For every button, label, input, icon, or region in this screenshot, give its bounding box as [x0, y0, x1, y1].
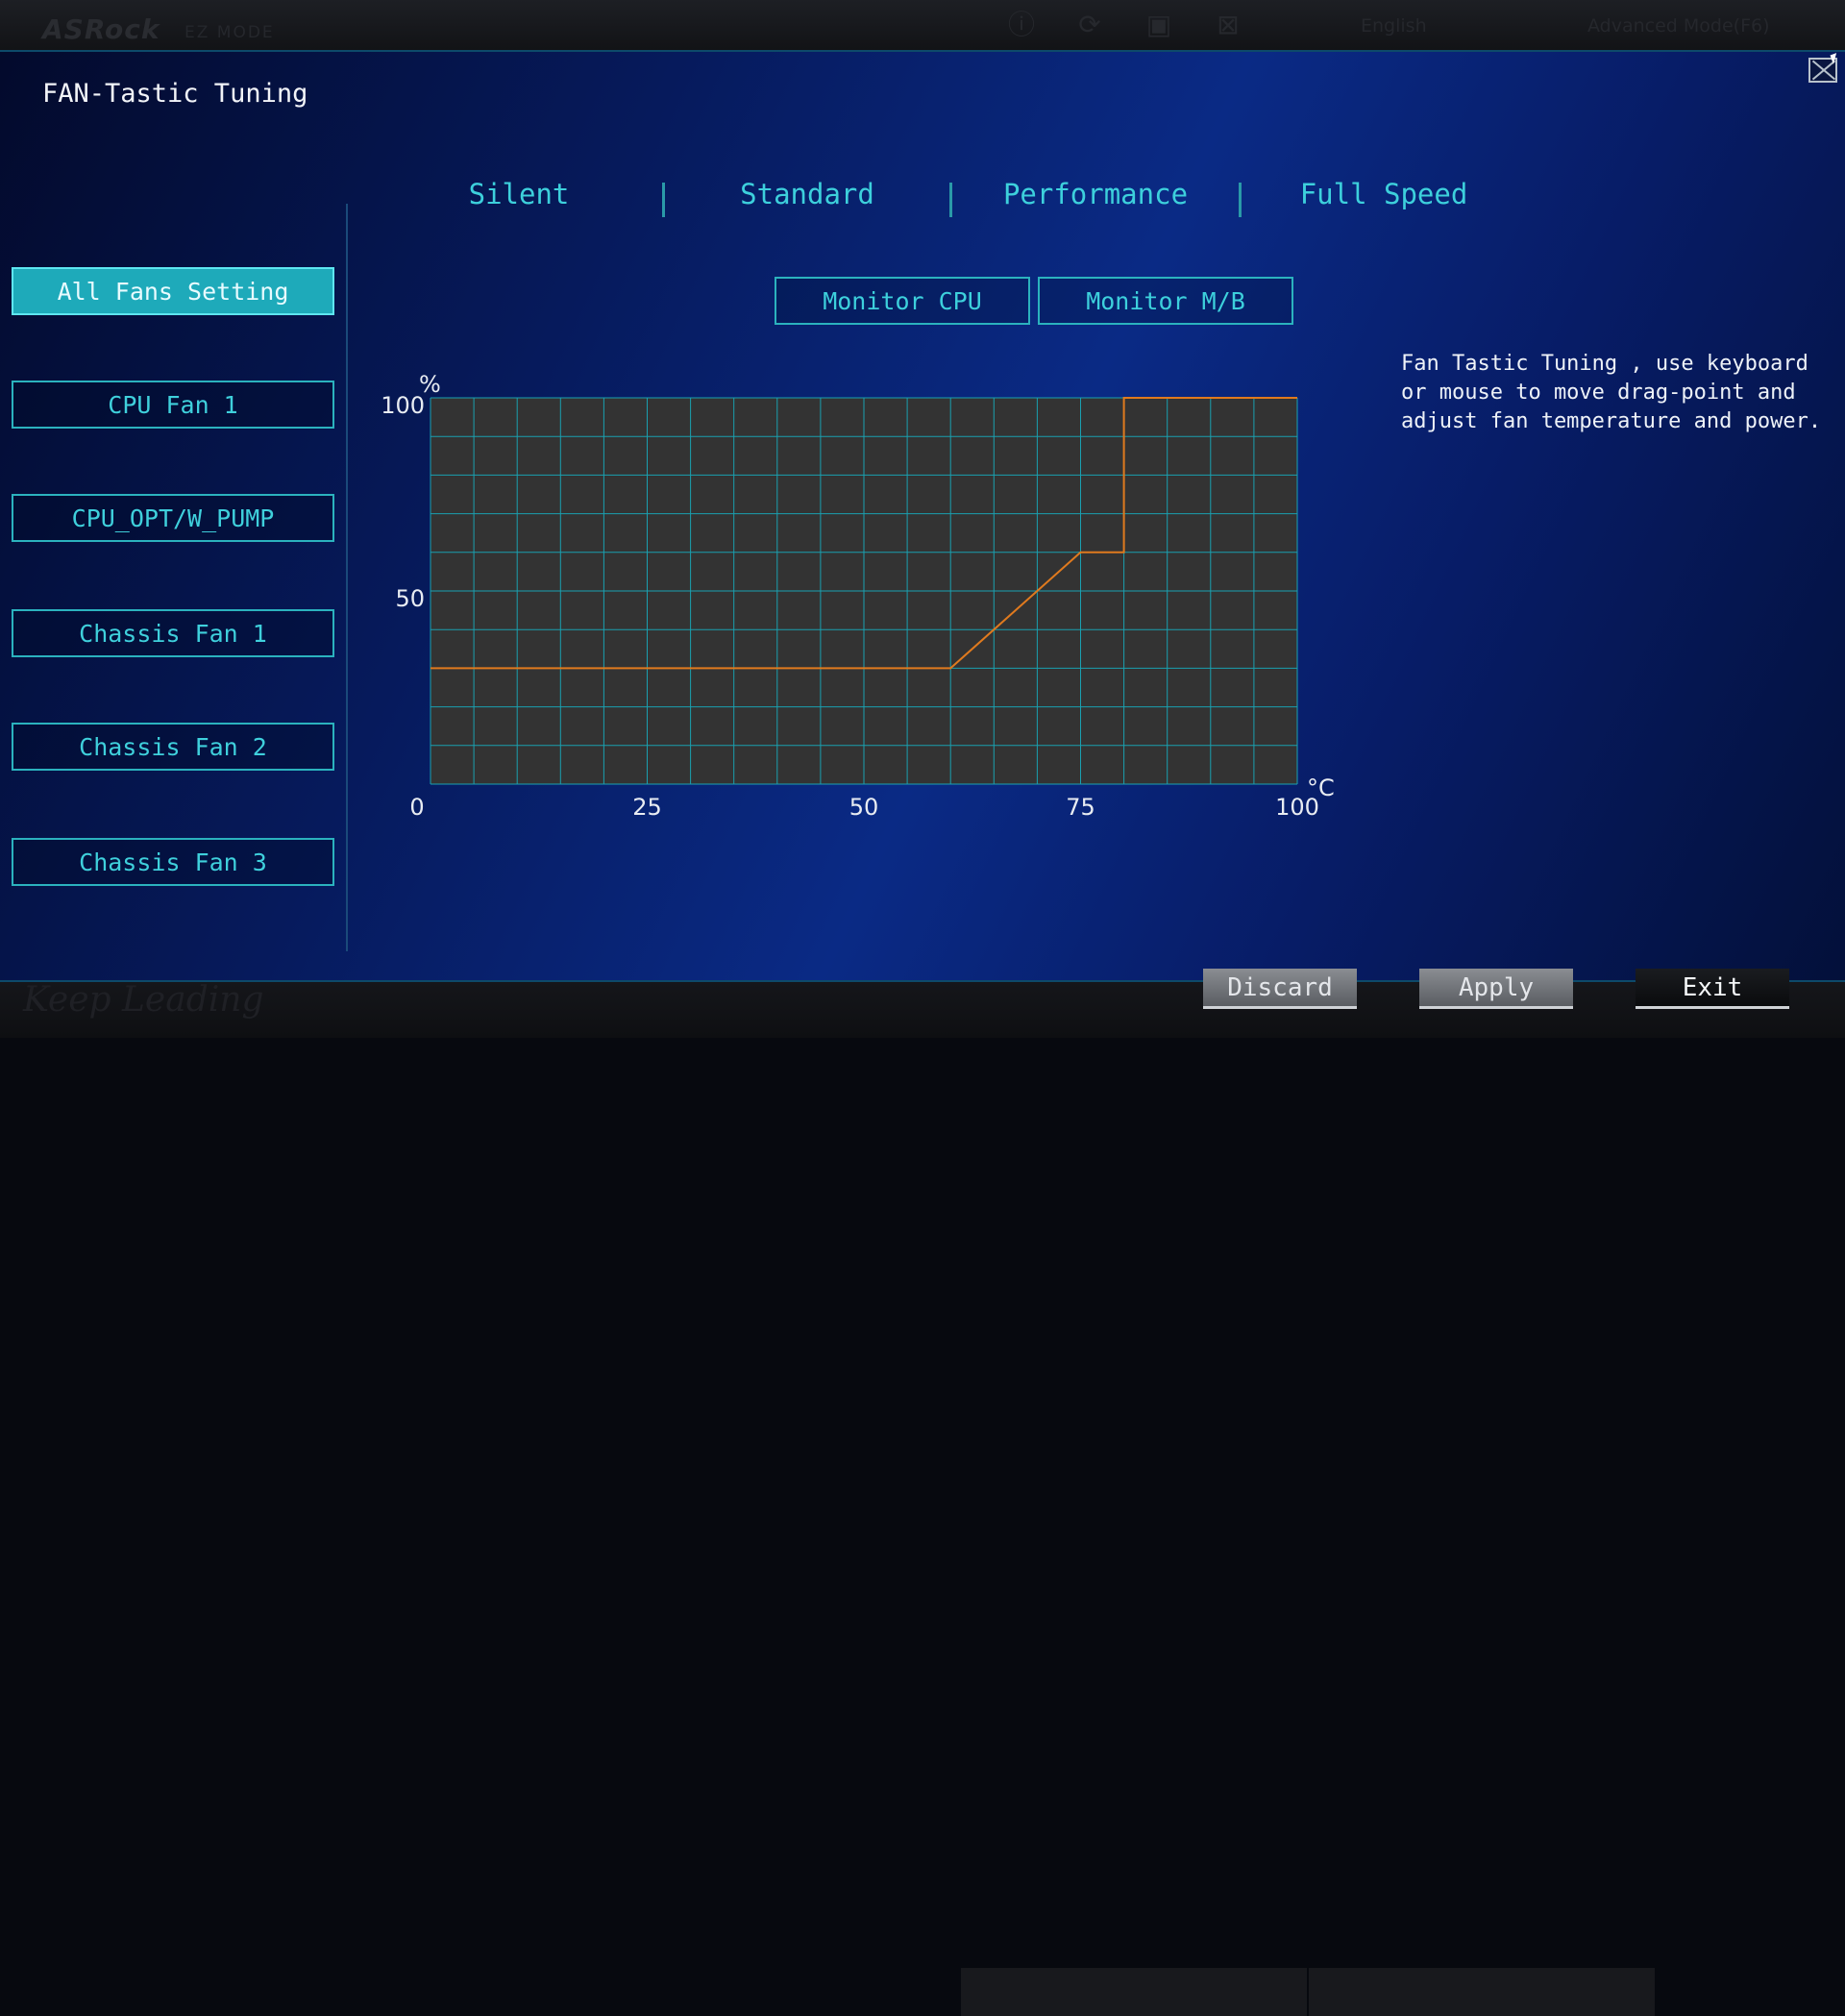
discard-button[interactable]: Discard	[1203, 969, 1357, 1009]
advanced-mode-button[interactable]: Advanced Mode(F6)	[1587, 15, 1770, 37]
y-axis-label: %	[419, 371, 441, 398]
sidebar-item-chassis-fan-3[interactable]: Chassis Fan 3	[12, 838, 334, 886]
sidebar-item-chassis-fan-1[interactable]: Chassis Fan 1	[12, 609, 334, 657]
monitor-mb-button[interactable]: Monitor M/B	[1038, 277, 1293, 325]
fan-curve-chart[interactable]: 0 25 50 75 10050100 % °C	[375, 359, 1345, 840]
brand-logo: ASRock	[42, 13, 160, 45]
preset-standard[interactable]: Standard	[711, 175, 903, 213]
help-text: Fan Tastic Tuning , use keyboard or mous…	[1401, 352, 1822, 433]
x-tick-label: 0	[409, 794, 424, 821]
chart-grid	[430, 397, 1298, 785]
bottom-panel	[961, 1968, 1307, 2016]
bottom-panel	[1309, 1968, 1655, 2016]
sidebar-item-cpu-fan-1[interactable]: CPU Fan 1	[12, 381, 334, 429]
dialog-title: FAN-Tastic Tuning	[42, 79, 308, 109]
ez-mode-topbar: ASRock EZ MODE ⓘ ⟳ ▣ ⊠ English Advanced …	[0, 0, 1845, 50]
x-tick-label: 25	[632, 794, 662, 821]
preset-separator	[949, 183, 952, 217]
sidebar-item-chassis-fan-2[interactable]: Chassis Fan 2	[12, 723, 334, 771]
apply-button[interactable]: Apply	[1419, 969, 1573, 1009]
preset-separator	[662, 183, 665, 217]
exit-button[interactable]: Exit	[1636, 969, 1789, 1009]
preset-full-speed[interactable]: Full Speed	[1268, 175, 1499, 213]
sidebar-divider	[346, 204, 348, 951]
slogan: Keep Leading	[23, 980, 264, 1020]
save-icon[interactable]: ▣	[1144, 10, 1174, 40]
preset-separator	[1239, 183, 1242, 217]
refresh-icon[interactable]: ⟳	[1074, 10, 1105, 40]
monitor-cpu-button[interactable]: Monitor CPU	[775, 277, 1030, 325]
x-axis-label: °C	[1307, 774, 1335, 801]
x-tick-label: 50	[849, 794, 879, 821]
y-tick-label: 50	[395, 585, 425, 612]
preset-performance[interactable]: Performance	[980, 175, 1211, 213]
x-tick-label: 75	[1066, 794, 1095, 821]
preset-silent[interactable]: Silent	[423, 175, 615, 213]
mode-label: EZ MODE	[184, 23, 275, 42]
sidebar-item-all-fans[interactable]: All Fans Setting	[12, 267, 334, 315]
info-icon[interactable]: ⓘ	[1006, 10, 1037, 40]
fan-tuning-dialog: FAN-Tastic Tuning All Fans Setting CPU F…	[0, 50, 1845, 1009]
language-selector[interactable]: English	[1361, 15, 1427, 37]
exit-icon[interactable]: ⊠	[1213, 10, 1243, 40]
sidebar-item-cpu-opt-w-pump[interactable]: CPU_OPT/W_PUMP	[12, 494, 334, 542]
